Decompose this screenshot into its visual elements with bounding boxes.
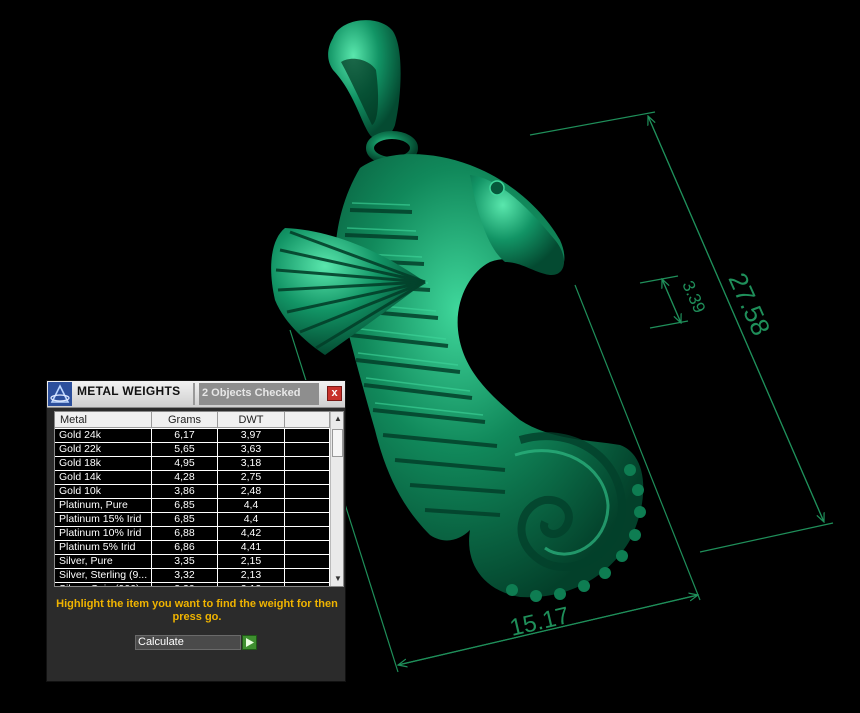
dimension-width-label: 15.17 xyxy=(507,602,572,642)
empty-cell xyxy=(285,541,330,554)
table-row[interactable]: Gold 18k 4,95 3,18 xyxy=(55,457,330,471)
table-row[interactable]: Gold 22k 5,65 3,63 xyxy=(55,443,330,457)
dwt-cell: 4,41 xyxy=(218,541,285,554)
objects-checked-status: 2 Objects Checked xyxy=(199,383,319,405)
grams-cell: 6,17 xyxy=(152,429,218,442)
dimension-height-label: 27.58 xyxy=(723,268,777,340)
grams-cell: 6,88 xyxy=(152,527,218,540)
empty-cell xyxy=(285,443,330,456)
dwt-cell: 3,97 xyxy=(218,429,285,442)
instruction-text: Highlight the item you want to find the … xyxy=(56,598,338,623)
dwt-cell: 2,13 xyxy=(218,569,285,582)
empty-cell xyxy=(285,513,330,526)
metal-cell: Gold 22k xyxy=(55,443,152,456)
metal-weights-panel: METAL WEIGHTS 2 Objects Checked x Metal … xyxy=(46,380,346,682)
column-header-metal[interactable]: Metal xyxy=(55,412,152,428)
grams-cell: 4,28 xyxy=(152,471,218,484)
empty-cell xyxy=(285,569,330,582)
metal-cell: Silver, Coin (900) xyxy=(55,583,152,586)
panel-title: METAL WEIGHTS xyxy=(77,384,181,398)
grams-cell: 4,95 xyxy=(152,457,218,470)
column-header-dwt[interactable]: DWT xyxy=(218,412,285,428)
table-row[interactable]: Platinum 5% Irid 6,86 4,41 xyxy=(55,541,330,555)
table-row[interactable]: Silver, Sterling (9... 3,32 2,13 xyxy=(55,569,330,583)
dwt-cell: 3,18 xyxy=(218,457,285,470)
grams-cell: 6,85 xyxy=(152,513,218,526)
scroll-thumb[interactable] xyxy=(332,429,343,457)
empty-cell xyxy=(285,457,330,470)
metal-cell: Gold 24k xyxy=(55,429,152,442)
dwt-cell: 3,63 xyxy=(218,443,285,456)
grams-cell: 3,30 xyxy=(152,583,218,586)
dwt-cell: 2,12 xyxy=(218,583,285,586)
scroll-down-icon[interactable]: ▼ xyxy=(331,572,343,586)
metal-cell: Gold 14k xyxy=(55,471,152,484)
action-select[interactable]: Calculate xyxy=(135,635,241,650)
grams-cell: 6,86 xyxy=(152,541,218,554)
grams-cell: 3,86 xyxy=(152,485,218,498)
metal-cell: Platinum 10% Irid xyxy=(55,527,152,540)
grams-cell: 3,32 xyxy=(152,569,218,582)
metal-cell: Silver, Pure xyxy=(55,555,152,568)
app-logo-icon xyxy=(48,382,72,406)
empty-cell xyxy=(285,555,330,568)
grams-cell: 3,35 xyxy=(152,555,218,568)
titlebar-divider xyxy=(193,383,195,405)
metal-cell: Platinum 5% Irid xyxy=(55,541,152,554)
grams-cell: 5,65 xyxy=(152,443,218,456)
dimension-bail-label: 3.39 xyxy=(678,278,709,316)
empty-cell xyxy=(285,485,330,498)
table-row[interactable]: Platinum 10% Irid 6,88 4,42 xyxy=(55,527,330,541)
play-arrow-icon xyxy=(246,638,254,647)
metal-cell: Silver, Sterling (9... xyxy=(55,569,152,582)
dwt-cell: 2,75 xyxy=(218,471,285,484)
metal-cell: Platinum 15% Irid xyxy=(55,513,152,526)
table-rows: Gold 24k 6,17 3,97 Gold 22k 5,65 3,63 Gold 18k… xyxy=(55,429,330,586)
table-scrollbar[interactable]: ▲ ▼ xyxy=(330,412,343,586)
scroll-up-icon[interactable]: ▲ xyxy=(331,412,343,426)
table-row[interactable]: Gold 14k 4,28 2,75 xyxy=(55,471,330,485)
table-row[interactable]: Gold 24k 6,17 3,97 xyxy=(55,429,330,443)
empty-cell xyxy=(285,583,330,586)
column-header-empty xyxy=(285,412,330,428)
metal-cell: Gold 18k xyxy=(55,457,152,470)
close-button[interactable]: x xyxy=(327,386,342,401)
grams-cell: 6,85 xyxy=(152,499,218,512)
table-row[interactable]: Silver, Coin (900)3,302,12 xyxy=(55,583,330,586)
empty-cell xyxy=(285,471,330,484)
metal-weights-table[interactable]: Metal Grams DWT Gold 24k 6,17 3,97 Gold 22k… xyxy=(54,411,344,587)
column-header-grams[interactable]: Grams xyxy=(152,412,218,428)
dwt-cell: 4,4 xyxy=(218,499,285,512)
dwt-cell: 4,42 xyxy=(218,527,285,540)
dwt-cell: 2,48 xyxy=(218,485,285,498)
empty-cell xyxy=(285,499,330,512)
table-row[interactable]: Platinum, Pure 6,85 4,4 xyxy=(55,499,330,513)
table-row[interactable]: Silver, Pure 3,35 2,15 xyxy=(55,555,330,569)
empty-cell xyxy=(285,429,330,442)
panel-titlebar[interactable]: METAL WEIGHTS 2 Objects Checked x xyxy=(47,381,345,408)
table-row[interactable]: Gold 10k 3,86 2,48 xyxy=(55,485,330,499)
seahorse-eye xyxy=(489,180,505,196)
go-button[interactable] xyxy=(242,635,257,650)
dwt-cell: 4,4 xyxy=(218,513,285,526)
table-row[interactable]: Platinum 15% Irid 6,85 4,4 xyxy=(55,513,330,527)
empty-cell xyxy=(285,527,330,540)
metal-cell: Platinum, Pure xyxy=(55,499,152,512)
metal-cell: Gold 10k xyxy=(55,485,152,498)
dwt-cell: 2,15 xyxy=(218,555,285,568)
